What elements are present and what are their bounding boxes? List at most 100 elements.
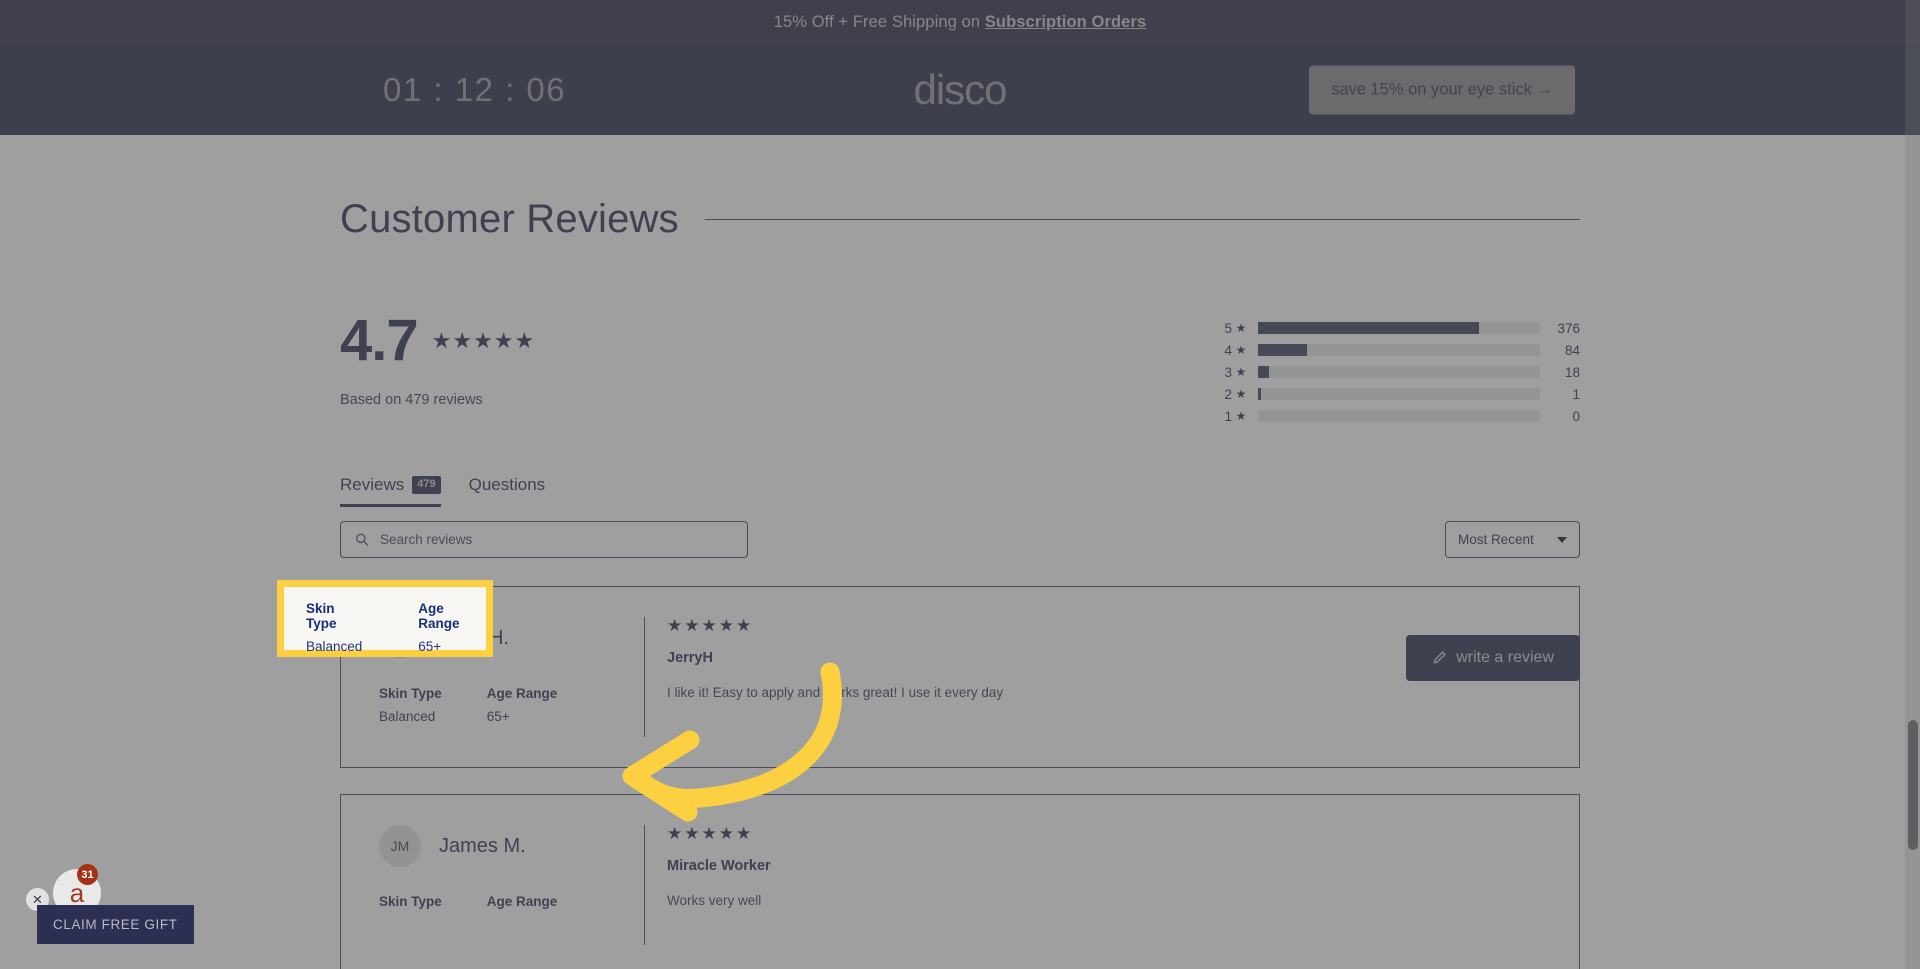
meta-age-range: Age Range xyxy=(487,894,558,917)
meta-age-range-label: Age Range xyxy=(486,894,558,909)
content-container: Customer Reviews 4.7 ★★★★★ Based on 479 … xyxy=(340,197,1580,969)
tab-questions[interactable]: Questions xyxy=(469,475,546,507)
meta-age-range-label: Age Range xyxy=(486,686,558,701)
search-box[interactable] xyxy=(340,521,748,558)
histogram-track xyxy=(1258,388,1540,400)
gift-notification-badge: 31 xyxy=(77,864,98,885)
review-body-column: ★★★★★ Miracle Worker Works very well xyxy=(644,825,1551,945)
histogram-count: 0 xyxy=(1572,408,1580,424)
search-input[interactable] xyxy=(380,532,733,547)
tab-reviews-count-badge: 479 xyxy=(412,476,441,494)
histogram-fill xyxy=(1258,322,1480,334)
star-icon: ★ xyxy=(1235,387,1247,401)
search-icon xyxy=(356,533,369,546)
reviewer-meta: Skin Type Age Range xyxy=(379,894,644,917)
star-icon: ★ xyxy=(1235,343,1247,357)
title-divider xyxy=(704,219,1580,220)
claim-free-gift-button[interactable]: CLAIM FREE GIFT xyxy=(37,905,194,944)
meta-skin-type: Skin Type xyxy=(379,894,442,917)
disco-logo[interactable]: disco xyxy=(913,66,1007,114)
histogram-star-label: 5 xyxy=(1224,320,1232,336)
tab-questions-label: Questions xyxy=(468,475,546,494)
write-a-review-label: write a review xyxy=(1456,649,1554,666)
histogram-star-label: 3 xyxy=(1224,364,1232,380)
reviewer-meta: Skin Type Balanced Age Range 65+ xyxy=(379,686,644,724)
sort-dropdown-value: Most Recent xyxy=(1458,532,1534,547)
histogram-row[interactable]: 4 ★ 84 xyxy=(1210,339,1580,361)
review-list: JH Jerry H. Skin Type Balanced Age Range 65+ ★… xyxy=(340,586,1580,969)
average-score: 4.7 xyxy=(340,308,419,373)
histogram-row[interactable]: 5 ★ 376 xyxy=(1210,317,1580,339)
meta-age-range-value: 65+ xyxy=(486,709,510,724)
histogram-count: 84 xyxy=(1564,342,1580,358)
meta-skin-type-label: Skin Type xyxy=(379,894,442,909)
sort-dropdown[interactable]: Most Recent xyxy=(1445,521,1580,558)
review-stars-icon: ★★★★★ xyxy=(667,824,754,843)
histogram-row[interactable]: 1 ★ 0 xyxy=(1210,405,1580,427)
histogram-fill xyxy=(1258,366,1269,378)
avatar: JM xyxy=(379,825,421,867)
reviewer-name: Jerry H. xyxy=(439,626,509,649)
histogram-row[interactable]: 3 ★ 18 xyxy=(1210,361,1580,383)
histogram-track xyxy=(1258,344,1540,356)
countdown-timer: 01 : 12 : 06 xyxy=(383,71,567,108)
reviewer-head: JH Jerry H. xyxy=(379,617,644,659)
rating-histogram: 5 ★ 376 4 ★ 84 3 ★ 18 2 ★ 1 1 ★ 0 xyxy=(1210,312,1580,427)
search-and-sort-row: Most Recent xyxy=(340,521,1580,558)
tabs-row: Reviews 479 Questions xyxy=(340,475,1580,507)
histogram-count: 18 xyxy=(1564,364,1580,380)
histogram-track xyxy=(1258,366,1540,378)
reviewer-column: JM James M. Skin Type Age Range xyxy=(369,825,644,945)
meta-skin-type: Skin Type Balanced xyxy=(379,686,442,724)
title-row: Customer Reviews xyxy=(340,197,1580,242)
star-icon: ★ xyxy=(1235,321,1247,335)
rating-summary: 4.7 ★★★★★ Based on 479 reviews 5 ★ 376 4 ★ 84… xyxy=(340,312,1580,427)
review-card: JH Jerry H. Skin Type Balanced Age Range 65+ ★… xyxy=(340,586,1580,768)
chevron-down-icon xyxy=(1557,536,1567,543)
page-title: Customer Reviews xyxy=(340,197,679,241)
review-text: I like it! Easy to apply and works great… xyxy=(667,685,1004,700)
star-icon: ★ xyxy=(1235,409,1247,423)
announcement-text: 15% Off + Free Shipping on Subscription … xyxy=(774,13,1147,32)
subscription-orders-link[interactable]: Subscription Orders xyxy=(985,13,1146,31)
histogram-star-label: 2 xyxy=(1224,386,1232,402)
reviewer-name: James M. xyxy=(439,834,526,857)
score-line: 4.7 ★★★★★ xyxy=(340,312,980,370)
pencil-icon xyxy=(1433,651,1446,664)
main-content: Customer Reviews 4.7 ★★★★★ Based on 479 … xyxy=(0,135,1920,969)
review-stars-icon: ★★★★★ xyxy=(667,616,754,635)
average-score-block: 4.7 ★★★★★ Based on 479 reviews xyxy=(340,312,980,409)
review-text: Works very well xyxy=(667,893,762,908)
star-icon: ★ xyxy=(1235,365,1247,379)
announcement-text-lead: 15% Off + Free Shipping on xyxy=(773,13,985,31)
save-eye-stick-button[interactable]: save 15% on your eye stick → xyxy=(1309,65,1575,115)
tab-reviews[interactable]: Reviews 479 xyxy=(340,475,441,507)
avatar: JH xyxy=(379,617,421,659)
tab-reviews-label: Reviews xyxy=(340,475,405,494)
histogram-fill xyxy=(1258,388,1262,400)
reviewer-column: JH Jerry H. Skin Type Balanced Age Range 65+ xyxy=(369,617,644,737)
page-root: 15% Off + Free Shipping on Subscription … xyxy=(0,0,1920,969)
review-card: JM James M. Skin Type Age Range ★★★★★ Miracle… xyxy=(340,794,1580,969)
tabs: Reviews 479 Questions xyxy=(340,475,545,507)
histogram-star-label: 1 xyxy=(1224,408,1232,424)
meta-skin-type-value: Balanced xyxy=(379,709,436,724)
meta-age-range: Age Range 65+ xyxy=(487,686,558,724)
average-stars-icon: ★★★★★ xyxy=(431,328,536,353)
histogram-track xyxy=(1258,322,1540,334)
claim-free-gift-widget: a 31 ✕ CLAIM FREE GIFT xyxy=(18,859,238,969)
histogram-track xyxy=(1258,410,1540,422)
histogram-count: 1 xyxy=(1572,386,1580,402)
announcement-bar: 15% Off + Free Shipping on Subscription … xyxy=(0,0,1920,45)
histogram-row[interactable]: 2 ★ 1 xyxy=(1210,383,1580,405)
histogram-star-label: 4 xyxy=(1224,342,1232,358)
meta-skin-type-label: Skin Type xyxy=(379,686,442,701)
site-header: 01 : 12 : 06 disco save 15% on your eye … xyxy=(0,45,1920,135)
write-a-review-button[interactable]: write a review xyxy=(1406,635,1580,681)
histogram-fill xyxy=(1258,344,1308,356)
histogram-count: 376 xyxy=(1557,320,1580,336)
review-count-text: Based on 479 reviews xyxy=(340,392,483,408)
review-author: Miracle Worker xyxy=(667,858,771,874)
reviewer-head: JM James M. xyxy=(379,825,644,867)
page-scrollbar-thumb[interactable] xyxy=(1908,720,1918,850)
